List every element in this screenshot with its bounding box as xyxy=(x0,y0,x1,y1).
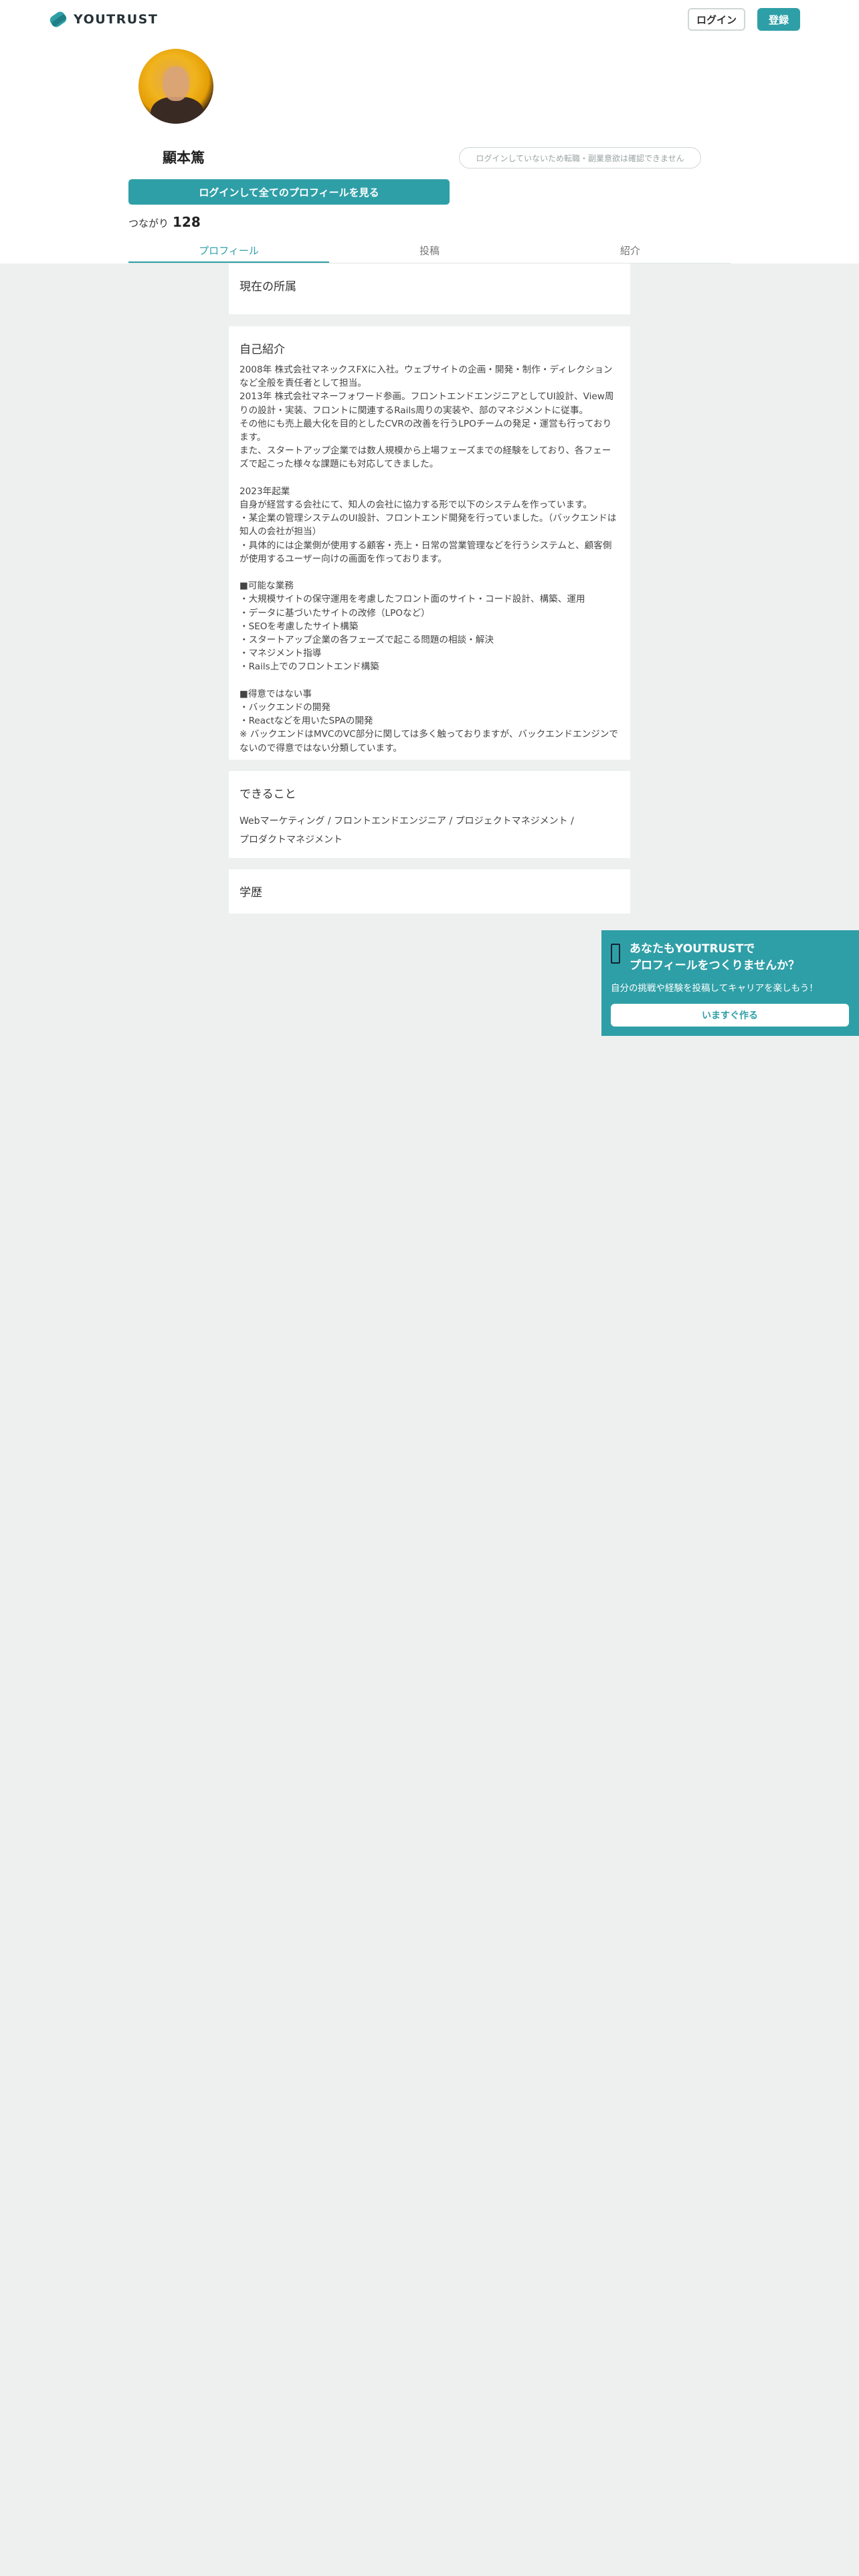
logo-text: YOUTRUST xyxy=(74,12,159,27)
banner-subtitle: 自分の挑戦や経験を投稿してキャリアを楽しもう！ xyxy=(611,983,818,994)
visibility-notice: ログインしていないため転職・副業意欲は確認できません xyxy=(459,147,701,169)
phone-icon xyxy=(611,944,620,964)
logo-mark-icon xyxy=(50,11,67,27)
profile-header xyxy=(0,41,859,263)
banner-title-line: あなたもYOUTRUSTで xyxy=(630,942,755,956)
connections[interactable]: つながり 128 xyxy=(128,214,201,230)
top-header: YOUTRUST ログイン 登録 xyxy=(0,0,859,41)
skills-title: できること xyxy=(240,788,296,801)
login-button[interactable]: ログイン xyxy=(688,8,745,31)
profile-name: 顯本篤 xyxy=(163,150,205,166)
connections-label: つながり xyxy=(128,217,169,229)
login-to-view-profile-button[interactable]: ログインして全てのプロフィールを見る xyxy=(128,179,450,205)
self-intro-text: 2008年 株式会社マネックスFXに入社。ウェブサイトの企画・開発・制作・ディレ… xyxy=(240,364,618,754)
create-now-button[interactable]: いますぐ作る xyxy=(611,1004,849,1027)
skills-line: Webマーケティング / フロントエンドエンジニア / プロジェクトマネジメント… xyxy=(240,816,574,827)
signup-banner: あなたもYOUTRUSTで プロフィールをつくりませんか？ 自分の挑戦や経験を投… xyxy=(601,930,859,1036)
banner-title-line: プロフィールをつくりませんか？ xyxy=(630,959,800,972)
self-intro-title: 自己紹介 xyxy=(240,343,285,356)
current-affiliation-title: 現在の所属 xyxy=(240,280,296,294)
skills-list: Webマーケティング / フロントエンドエンジニア / プロジェクトマネジメント… xyxy=(240,812,619,849)
register-button[interactable]: 登録 xyxy=(757,8,800,31)
avatar-shirt xyxy=(151,97,204,124)
self-intro-card: 自己紹介 2008年 株式会社マネックスFXに入社。ウェブサイトの企画・開発・制… xyxy=(229,326,630,760)
avatar-face xyxy=(163,66,189,101)
banner-title: あなたもYOUTRUSTで プロフィールをつくりませんか？ xyxy=(630,941,799,974)
tab-referrals[interactable]: 紹介 xyxy=(530,237,731,263)
education-card: 学歴 xyxy=(229,869,630,914)
profile-tabs: プロフィール 投稿 紹介 xyxy=(128,237,731,263)
youtrust-logo[interactable]: YOUTRUST xyxy=(48,9,158,29)
skills-card: できること Webマーケティング / フロントエンドエンジニア / プロジェクト… xyxy=(229,771,630,858)
connections-count: 128 xyxy=(173,214,201,230)
avatar xyxy=(138,49,213,124)
tab-profile[interactable]: プロフィール xyxy=(128,237,329,263)
current-affiliation-card: 現在の所属 xyxy=(229,263,630,314)
tab-posts[interactable]: 投稿 xyxy=(329,237,530,263)
skills-line: プロダクトマネジメント xyxy=(240,835,343,845)
education-title: 学歴 xyxy=(240,886,262,899)
